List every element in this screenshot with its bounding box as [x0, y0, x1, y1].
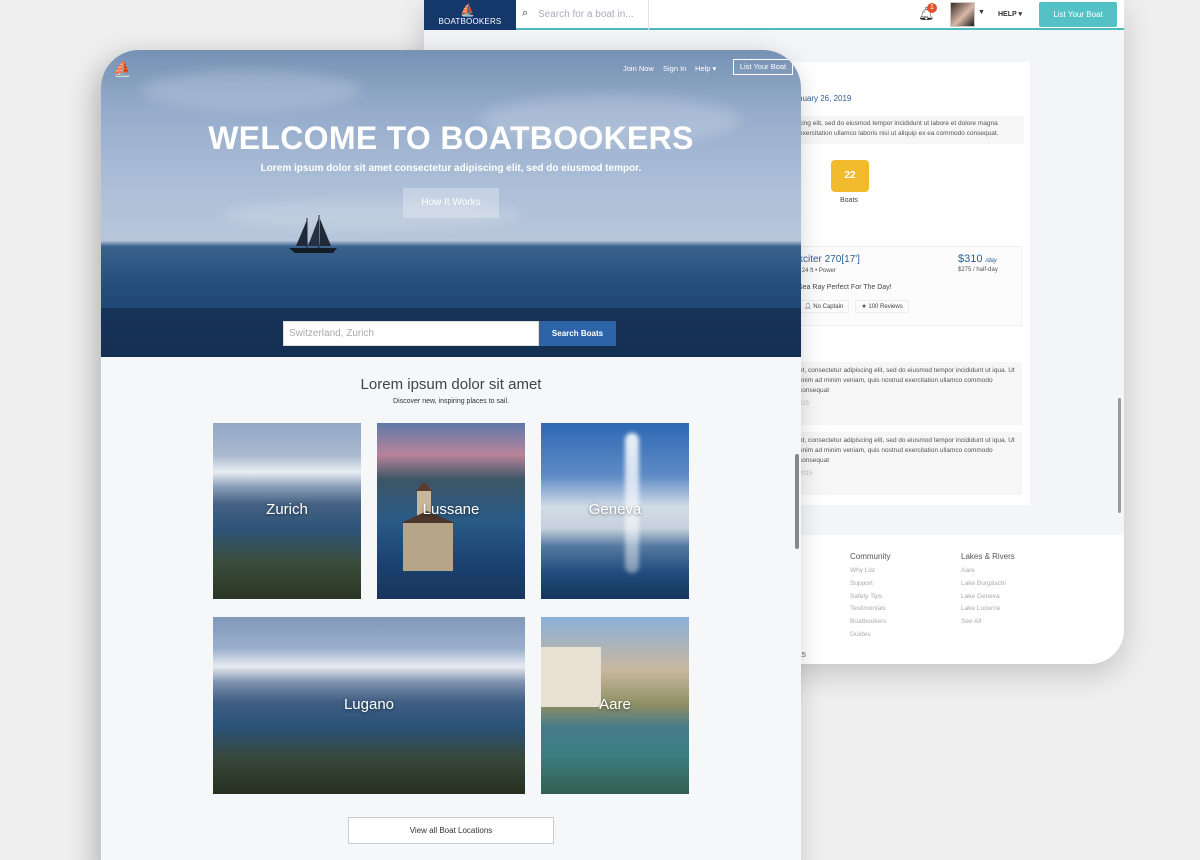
member-since-date: nuary 26, 2019 [798, 94, 852, 103]
footer-community-title: Community [850, 552, 891, 561]
location-card-lugano[interactable]: Lugano [213, 617, 525, 794]
footer-link[interactable]: Boatbookers [850, 616, 890, 629]
how-it-works-button[interactable]: How It Works [403, 188, 499, 218]
location-name: Aare [599, 696, 631, 713]
price-value: $310 [958, 253, 983, 265]
chevron-down-icon: ▾ [712, 64, 717, 73]
dashboard-top-bar: ⛵ BOATBOOKERS ⌕ Search for a boat in... … [424, 0, 1124, 30]
reviews-tag-label: 100 Reviews [868, 304, 903, 310]
dashboard-search-input[interactable]: ⌕ Search for a boat in... [516, 0, 649, 30]
footer-link[interactable]: Safety Tips [850, 591, 890, 604]
review-date: 2015 [799, 471, 813, 477]
list-your-boat-button[interactable]: List Your Boat [1039, 2, 1117, 27]
location-card-lussane[interactable]: Lussane [377, 423, 525, 599]
location-name: Zurich [266, 501, 308, 518]
footer-link[interactable]: Support [850, 578, 890, 591]
join-now-link[interactable]: Join Now [623, 64, 654, 73]
footer-link[interactable]: Lake Geneva [961, 591, 1015, 604]
dashboard-logo[interactable]: ⛵ BOATBOOKERS [424, 0, 516, 30]
captain-tag: 👤︎ No Captain [798, 300, 850, 313]
help-label: HELP [998, 11, 1017, 18]
location-search-input[interactable]: Switzerland, Zurich [283, 321, 539, 346]
captain-tag-label: No Captain [813, 304, 844, 310]
footer-link[interactable]: Aare [961, 565, 1015, 578]
footer-link[interactable]: Lake Burgäschi [961, 578, 1015, 591]
location-card-zurich[interactable]: Zurich [213, 423, 361, 599]
boat-logo-icon[interactable]: ⛵ [113, 60, 132, 78]
search-boats-button[interactable]: Search Boats [539, 321, 616, 346]
location-name: Lugano [343, 696, 395, 713]
review-date: 015 [799, 401, 810, 407]
listing-tags: 👤︎ No Captain ★ 100 Reviews [798, 300, 909, 313]
listing-description: Sea Ray Perfect For The Day! [798, 284, 892, 291]
notification-badge: 1 [927, 3, 937, 13]
list-your-boat-button[interactable]: List Your Boat [733, 59, 793, 75]
hero-subtitle: Lorem ipsum dolor sit amet consectetur a… [260, 163, 642, 174]
search-placeholder: Search for a boat in... [538, 9, 634, 20]
help-label: Help [695, 64, 711, 73]
view-all-locations-button[interactable]: View all Boat Locations [348, 817, 554, 844]
reviews-tag: ★ 100 Reviews [855, 300, 909, 313]
sign-in-link[interactable]: Sign In [663, 64, 686, 73]
footer-link[interactable]: Testimonials [850, 603, 890, 616]
location-card-aare[interactable]: Aare [541, 617, 689, 794]
boats-count-tile[interactable]: 22 [831, 160, 869, 192]
section-title: Lorem ipsum dolor sit amet [360, 376, 542, 393]
listing-price: $310 /day [958, 253, 997, 265]
footer-community: Community Why List Support Safety Tips T… [850, 552, 890, 642]
listing-title[interactable]: xciter 270[17'] [798, 254, 860, 265]
location-name: Lussane [422, 501, 480, 518]
review-item: et, consectetur adipiscing elit, sed do … [794, 362, 1022, 425]
footer-lakes-title: Lakes & Rivers [961, 552, 1015, 561]
review-item: et, consectetur adipiscing elit, sed do … [794, 432, 1022, 495]
profile-intro: cing elit, sed do eiusmod tempor incidid… [794, 116, 1024, 144]
price-unit: /day [985, 258, 997, 264]
help-menu[interactable]: HELP ▾ [998, 10, 1022, 18]
footer-link[interactable]: Lake Lucerne [961, 603, 1015, 616]
section-subtitle: Discover new, inspiring places to sail. [393, 398, 509, 405]
castle-image [401, 483, 455, 571]
logo-text: BOATBOOKERS [438, 17, 502, 26]
avatar[interactable] [950, 2, 975, 27]
dashboard-scrollbar[interactable] [1118, 398, 1121, 513]
location-name: Geneva [588, 501, 642, 518]
footer-link[interactable]: Guides [850, 629, 890, 642]
hero-title: WELCOME TO BOATBOOKERS [208, 120, 694, 156]
review-text: et, consectetur adipiscing elit, sed do … [799, 367, 1015, 394]
footer-link[interactable]: Why List [850, 565, 890, 578]
review-text: et, consectetur adipiscing elit, sed do … [799, 437, 1015, 464]
landing-scrollbar[interactable] [795, 454, 799, 549]
boat-logo-icon: ⛵ [460, 3, 476, 17]
listing-specs: • 24 ft • Power [798, 268, 836, 274]
chevron-down-icon[interactable]: ▼ [978, 9, 985, 16]
hero-cloud [141, 70, 361, 110]
half-day-price: $275 / half-day [958, 267, 998, 273]
location-card-geneva[interactable]: Geneva [541, 423, 689, 599]
footer-link[interactable]: See All [961, 616, 1015, 629]
boats-label: Boats [840, 197, 858, 204]
hero-banner: ⛵ Join Now Sign In Help ▾ List Your Boat… [101, 50, 801, 357]
sailing-ship-image [289, 215, 337, 253]
search-icon: ⌕ [522, 7, 529, 19]
help-menu[interactable]: Help ▾ [695, 64, 716, 73]
landing-window: ⛵ Join Now Sign In Help ▾ List Your Boat… [101, 50, 801, 860]
footer-lakes: Lakes & Rivers Aare Lake Burgäschi Lake … [961, 552, 1015, 629]
